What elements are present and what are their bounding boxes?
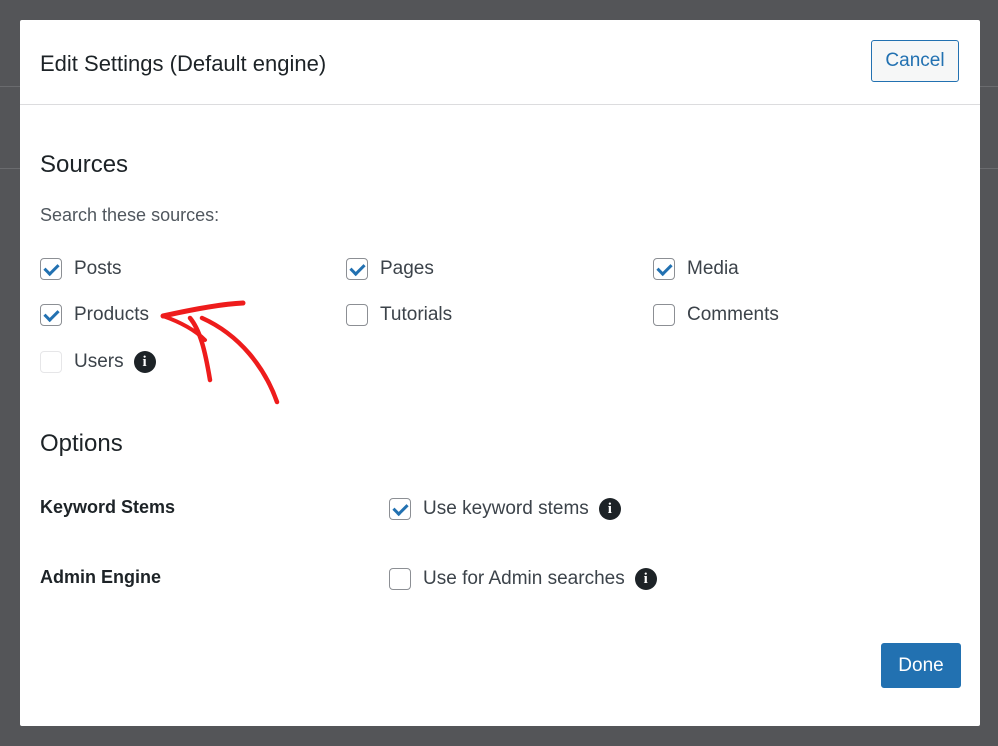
keyword-stems-checkbox[interactable] — [389, 498, 411, 520]
keyword-stems-option[interactable]: Use keyword stems i — [389, 497, 621, 521]
comments-label: Comments — [687, 304, 779, 325]
users-checkbox — [40, 351, 62, 373]
info-icon[interactable]: i — [133, 351, 156, 373]
posts-label: Posts — [74, 258, 122, 279]
modal-title: Edit Settings (Default engine) — [40, 51, 327, 76]
tutorials-checkbox[interactable] — [346, 304, 368, 326]
source-media[interactable]: Media — [653, 257, 739, 281]
source-tutorials[interactable]: Tutorials — [346, 303, 452, 327]
source-pages[interactable]: Pages — [346, 257, 434, 281]
sources-hint: Search these sources: — [40, 205, 220, 225]
users-label: Users — [74, 351, 124, 372]
source-comments[interactable]: Comments — [653, 303, 779, 327]
comments-checkbox[interactable] — [653, 304, 675, 326]
media-label: Media — [687, 258, 739, 279]
info-icon[interactable]: i — [634, 568, 657, 590]
options-heading: Options — [40, 430, 123, 457]
source-posts[interactable]: Posts — [40, 257, 122, 281]
keyword-stems-label: Keyword Stems — [40, 497, 176, 517]
cancel-button[interactable]: Cancel — [871, 40, 959, 82]
keyword-stems-checkbox-label: Use keyword stems — [423, 498, 589, 519]
tutorials-label: Tutorials — [380, 304, 453, 325]
pages-checkbox[interactable] — [346, 258, 368, 280]
done-button[interactable]: Done — [881, 643, 961, 688]
edit-settings-modal: Edit Settings (Default engine) Cancel So… — [20, 20, 980, 726]
source-products[interactable]: Products — [40, 303, 149, 327]
source-users: Users i — [40, 350, 156, 374]
posts-checkbox[interactable] — [40, 258, 62, 280]
admin-searches-checkbox[interactable] — [389, 568, 411, 590]
admin-searches-checkbox-label: Use for Admin searches — [423, 568, 625, 589]
info-icon[interactable]: i — [598, 498, 621, 520]
media-checkbox[interactable] — [653, 258, 675, 280]
admin-engine-label: Admin Engine — [40, 567, 161, 587]
modal-header: Edit Settings (Default engine) Cancel — [20, 20, 980, 105]
pages-label: Pages — [380, 258, 434, 279]
admin-engine-option[interactable]: Use for Admin searches i — [389, 567, 657, 591]
products-checkbox[interactable] — [40, 304, 62, 326]
sources-heading: Sources — [40, 151, 129, 178]
products-label: Products — [74, 304, 149, 325]
